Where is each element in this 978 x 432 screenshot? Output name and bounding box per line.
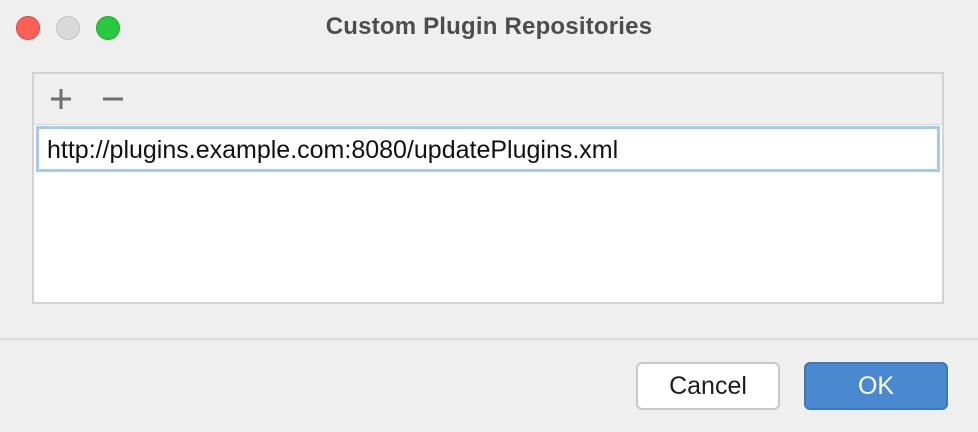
repositories-toolbar [34,74,942,125]
repositories-list[interactable] [34,125,942,302]
remove-repository-button[interactable] [98,84,128,114]
dialog-title: Custom Plugin Repositories [325,13,653,40]
repositories-panel [32,72,944,304]
dialog-window: Custom Plugin Repositories Cancel OK [0,0,978,432]
repository-url-input[interactable] [47,133,927,167]
add-repository-button[interactable] [46,84,76,114]
ok-button[interactable]: OK [804,362,948,410]
footer-divider [0,338,978,340]
repository-edit-row[interactable] [36,126,940,172]
minus-icon [103,97,123,101]
title-bar: Custom Plugin Repositories [0,0,978,54]
plus-icon [51,89,71,109]
cancel-button[interactable]: Cancel [636,362,780,410]
